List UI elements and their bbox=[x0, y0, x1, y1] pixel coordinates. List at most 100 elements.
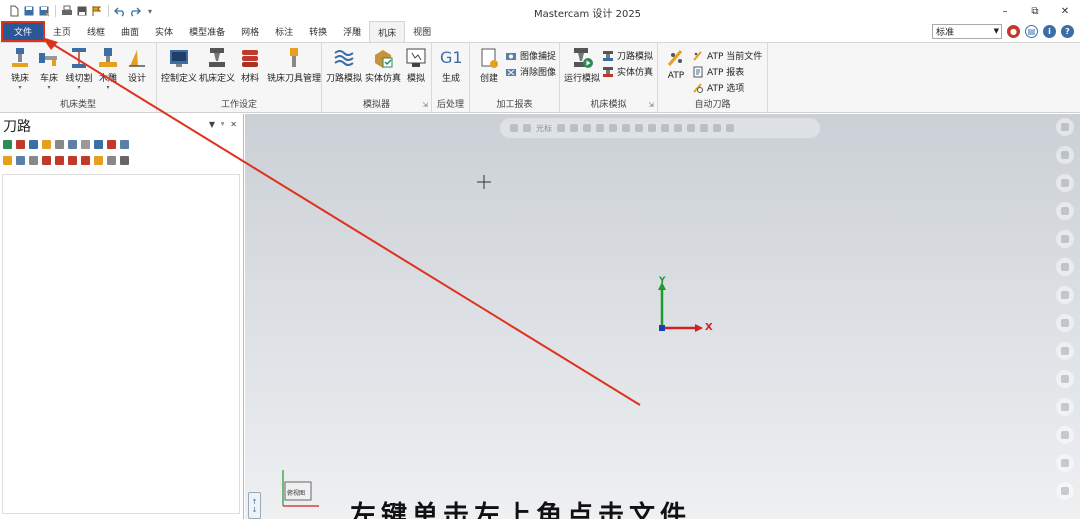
mill-button[interactable]: 铣床 ▾ bbox=[5, 47, 35, 91]
mask-edge-icon[interactable] bbox=[687, 124, 695, 132]
select-single-icon[interactable] bbox=[635, 124, 643, 132]
mask-solid-icon[interactable] bbox=[661, 124, 669, 132]
tab-model-prep[interactable]: 模型准备 bbox=[181, 21, 233, 42]
tab-file[interactable]: 文件 bbox=[1, 21, 45, 42]
machine-backplot-button[interactable]: 刀路模拟 bbox=[602, 49, 653, 62]
regenerate-icon[interactable] bbox=[29, 140, 38, 149]
restore-button[interactable]: ⧉ bbox=[1020, 0, 1050, 22]
verify-select-icon[interactable] bbox=[648, 124, 656, 132]
lathe-button[interactable]: 车床 ▾ bbox=[34, 47, 64, 91]
stock-button[interactable]: 材料 bbox=[235, 47, 265, 84]
tab-relief[interactable]: 浮雕 bbox=[335, 21, 369, 42]
backplot-selected-icon[interactable] bbox=[55, 140, 64, 149]
new-icon[interactable] bbox=[8, 5, 20, 17]
move-up-icon[interactable] bbox=[55, 156, 64, 165]
toggle-posting-icon[interactable] bbox=[29, 156, 38, 165]
move-down-icon[interactable] bbox=[42, 156, 51, 165]
scroll-to-insert-icon[interactable] bbox=[81, 156, 90, 165]
save-as-icon[interactable] bbox=[38, 5, 50, 17]
clear-selection-icon[interactable] bbox=[1056, 118, 1074, 136]
atp-button[interactable]: ATP bbox=[662, 47, 690, 81]
select-window-icon[interactable] bbox=[583, 124, 591, 132]
gear-icon[interactable] bbox=[1056, 482, 1074, 500]
mask-body-icon[interactable] bbox=[700, 124, 708, 132]
atp-options-button[interactable]: ATP 选项 bbox=[692, 81, 744, 94]
shaft-icon[interactable] bbox=[1056, 426, 1074, 444]
minimize-button[interactable]: – bbox=[990, 0, 1020, 22]
cursor-icon[interactable] bbox=[523, 124, 531, 132]
tab-surfaces[interactable]: 曲面 bbox=[113, 21, 147, 42]
regenerate-dirty-icon[interactable] bbox=[42, 140, 51, 149]
select-mode-icon[interactable] bbox=[510, 124, 518, 132]
lock-icon[interactable] bbox=[3, 156, 12, 165]
graphics-viewport[interactable]: 光标 Y X 俯视图 bbox=[245, 114, 1080, 519]
view-cube[interactable]: 俯视图 bbox=[275, 466, 325, 514]
help-icon[interactable]: ? bbox=[1061, 25, 1074, 38]
simulate-button[interactable]: 模拟 bbox=[402, 47, 430, 84]
feedback-icon[interactable]: ▤ bbox=[1025, 25, 1038, 38]
select-area-icon[interactable] bbox=[622, 124, 630, 132]
tool-manager-button[interactable]: 铣床刀具管理 bbox=[267, 47, 321, 84]
tab-drafting[interactable]: 标注 bbox=[267, 21, 301, 42]
cursor-mode-label[interactable]: 光标 bbox=[536, 123, 552, 134]
machine-definition-button[interactable]: 机床定义 bbox=[199, 47, 235, 84]
solid-color-icon[interactable] bbox=[1056, 398, 1074, 416]
shade-icon[interactable] bbox=[1056, 314, 1074, 332]
tab-transform[interactable]: 转换 bbox=[301, 21, 335, 42]
mode-select[interactable]: 标准 ▼ bbox=[932, 24, 1002, 39]
dialog-launcher-icon[interactable]: ⇲ bbox=[422, 101, 428, 109]
info-icon[interactable]: i bbox=[1043, 25, 1056, 38]
select-chain-icon[interactable] bbox=[570, 124, 578, 132]
select-solid-icon[interactable] bbox=[713, 124, 721, 132]
tab-mesh[interactable]: 网格 bbox=[233, 21, 267, 42]
single-view-icon[interactable] bbox=[94, 156, 103, 165]
verify-button[interactable]: 实体仿真 bbox=[365, 47, 401, 84]
dimension-icon[interactable] bbox=[1056, 258, 1074, 276]
router-button[interactable]: 木雕 ▾ bbox=[93, 47, 123, 91]
vertical-scroll-indicator[interactable]: ↑ ↓ bbox=[248, 492, 261, 519]
machine-verify-button[interactable]: 实体仿真 bbox=[602, 65, 653, 78]
verify-selected-icon[interactable] bbox=[68, 140, 77, 149]
simulate-selected-icon[interactable] bbox=[81, 140, 90, 149]
tab-machine[interactable]: 机床 bbox=[369, 21, 406, 42]
toggle-display-icon[interactable] bbox=[16, 156, 25, 165]
wire-button[interactable]: 线切割 ▾ bbox=[64, 47, 94, 91]
expand-all-icon[interactable] bbox=[107, 156, 116, 165]
atp-report-button[interactable]: ATP 报表 bbox=[692, 65, 744, 78]
mask-face-icon[interactable] bbox=[674, 124, 682, 132]
capture-image-button[interactable]: 图像捕捉 bbox=[505, 49, 556, 62]
panel-close-icon[interactable]: ✕ bbox=[230, 120, 237, 129]
save-disk-icon[interactable] bbox=[76, 5, 88, 17]
clear-images-button[interactable]: 消除图像 bbox=[505, 65, 556, 78]
tab-view[interactable]: 视图 bbox=[405, 21, 439, 42]
post-selected-icon[interactable] bbox=[94, 140, 103, 149]
trim-icon[interactable] bbox=[1056, 230, 1074, 248]
level-icon[interactable] bbox=[1056, 370, 1074, 388]
dialog-launcher-icon[interactable]: ⇲ bbox=[648, 101, 654, 109]
close-button[interactable]: ✕ bbox=[1050, 0, 1080, 22]
print-icon[interactable] bbox=[61, 5, 73, 17]
toolpath-tree[interactable] bbox=[2, 174, 240, 514]
atp-current-file-button[interactable]: ATP 当前文件 bbox=[692, 49, 762, 62]
design-button[interactable]: 设计 bbox=[122, 47, 152, 84]
tab-home[interactable]: 主页 bbox=[45, 21, 79, 42]
run-simulation-button[interactable]: 运行模拟 bbox=[564, 47, 600, 84]
select-feature-icon[interactable] bbox=[726, 124, 734, 132]
arc-icon[interactable] bbox=[1056, 202, 1074, 220]
tab-solids[interactable]: 实体 bbox=[147, 21, 181, 42]
highspeed-check-icon[interactable] bbox=[107, 140, 116, 149]
post-generate-button[interactable]: G1 生成 bbox=[436, 47, 466, 84]
display-options-icon[interactable] bbox=[120, 156, 129, 165]
panel-menu-icon[interactable]: ▼ bbox=[209, 120, 215, 129]
circle-icon[interactable] bbox=[1056, 174, 1074, 192]
help-topics-icon[interactable]: ● bbox=[1007, 25, 1020, 38]
panel-pin-icon[interactable]: ᵠ bbox=[221, 120, 224, 129]
control-definition-button[interactable]: 控制定义 bbox=[161, 47, 197, 84]
chamfer-icon[interactable] bbox=[1056, 286, 1074, 304]
customize-toolbar-icon[interactable]: ▾ bbox=[144, 5, 156, 17]
tab-wireframe[interactable]: 线框 bbox=[79, 21, 113, 42]
mirror-icon[interactable] bbox=[1056, 454, 1074, 472]
help-icon[interactable] bbox=[120, 140, 129, 149]
flag-icon[interactable] bbox=[91, 5, 103, 17]
create-report-button[interactable]: 创建 bbox=[474, 47, 504, 84]
